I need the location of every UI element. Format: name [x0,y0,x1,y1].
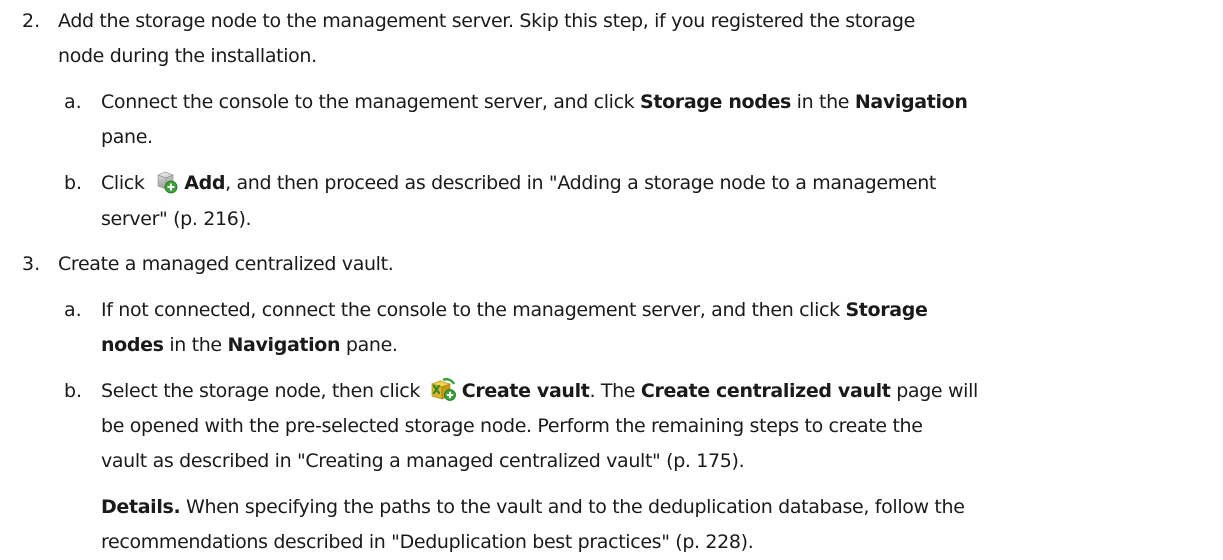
step-3a-line-2: nodes in the Navigation pane. [101,332,398,358]
step-2b-text-post: , and then proceed as described in "Addi… [225,172,937,194]
step-3b-text: Select the storage node, then click [101,380,426,402]
step-2a-line-2: pane. [101,126,153,148]
step-3b-line-3: vault as described in "Creating a manage… [101,450,745,472]
details-line-2: recommendations described in "Deduplicat… [101,531,754,553]
step-number: 3. [22,253,41,275]
step-2-text-line-1: Add the storage node to the management s… [58,10,915,32]
create-centralized-vault-label: Create centralized vault [640,380,891,402]
nodes-label: nodes [101,334,164,356]
step-2a-text-mid: in the [790,91,855,113]
substep-letter: b. [64,172,83,194]
step-2-text-line-2: node during the installation. [58,45,317,67]
storage-label: Storage [845,299,928,321]
storage-nodes-label: Storage nodes [640,91,791,113]
step-3-text-line-1: Create a managed centralized vault. [58,253,394,275]
add-storage-node-icon [154,170,178,201]
step-2a-line-1: Connect the console to the management se… [101,89,968,115]
step-3b-line-2: be opened with the pre-selected storage … [101,415,923,437]
document-page: 2. Add the storage node to the managemen… [0,0,1223,560]
step-3a-text: If not connected, connect the console to… [101,299,846,321]
step-2b-line-1: Click Add, and then proceed as described… [101,170,936,201]
step-3b-text-post: page will [890,380,978,402]
step-2a-text: Connect the console to the management se… [101,91,641,113]
step-2b-text: Click [101,172,151,194]
details-line-1: Details. When specifying the paths to th… [101,494,965,520]
step-2b-line-2: server" (p. 216). [101,208,252,230]
navigation-label: Navigation [227,334,341,356]
substep-letter: a. [64,299,82,321]
create-vault-icon [430,377,456,409]
navigation-label: Navigation [854,91,968,113]
step-3a-text-post: pane. [340,334,398,356]
step-3b-text-mid: . The [589,380,641,402]
details-label: Details. [101,496,181,518]
add-button-label: Add [184,172,226,194]
create-vault-label: Create vault [461,380,590,402]
step-3a-line-1: If not connected, connect the console to… [101,297,928,323]
step-3a-text-mid: in the [163,334,228,356]
step-number: 2. [22,10,41,32]
details-text: When specifying the paths to the vault a… [180,496,965,518]
substep-letter: b. [64,380,83,402]
step-3b-line-1: Select the storage node, then click Crea… [101,377,978,409]
substep-letter: a. [64,91,82,113]
